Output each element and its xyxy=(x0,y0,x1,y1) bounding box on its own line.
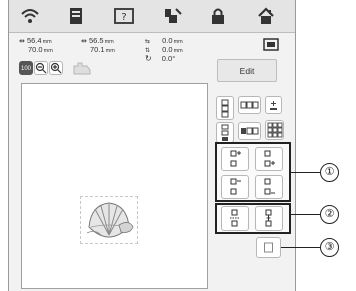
callout-1: ① xyxy=(320,163,339,182)
offset-x-value: 0.0 xyxy=(162,36,173,45)
callout-line-1 xyxy=(290,172,320,173)
vertical-repeat-icon xyxy=(221,124,229,141)
spacing-plus-top-icon xyxy=(230,150,241,167)
arrange-vertical-button[interactable] xyxy=(216,96,234,120)
split-pieces-icon xyxy=(230,209,239,227)
top-toolbar: ? xyxy=(9,0,295,33)
move-repeat-right-button[interactable] xyxy=(255,206,283,231)
arrange-horizontal-button[interactable] xyxy=(238,96,261,114)
thread-icon[interactable] xyxy=(162,6,184,26)
callout-line-3 xyxy=(281,247,320,248)
callout-2: ② xyxy=(320,205,339,224)
size2-w-value: 56.5 xyxy=(88,36,104,45)
zoom-in-button[interactable] xyxy=(49,61,63,75)
grid-repeat-icon xyxy=(267,122,283,138)
zoom-out-button[interactable] xyxy=(34,61,48,75)
rotate-icon: ↻ xyxy=(145,54,152,63)
spacing-minus-top-icon xyxy=(230,178,241,195)
help-icon[interactable]: ? xyxy=(113,6,135,26)
callout-line-2 xyxy=(290,214,320,215)
size2-h-unit: mm xyxy=(105,48,115,54)
add-piece-button[interactable] xyxy=(265,96,282,114)
pattern-frame[interactable] xyxy=(80,196,138,244)
move-repeat-left-button[interactable] xyxy=(221,206,249,231)
vertical-pieces-icon xyxy=(221,99,229,118)
size2-h-readout: 70.1mm xyxy=(90,45,115,56)
size2-icon: ⇹ xyxy=(81,38,87,45)
increase-spacing-down-button[interactable] xyxy=(255,147,283,171)
height-value: 70.0 xyxy=(28,45,43,54)
edit-button[interactable]: Edit xyxy=(217,59,277,82)
width-icon: ⇹ xyxy=(19,38,25,45)
frame-outline-button[interactable] xyxy=(256,237,281,258)
embroidery-preview-canvas[interactable] xyxy=(21,83,208,289)
angle-value: 0.0° xyxy=(161,54,176,63)
hand-scroll-icon[interactable] xyxy=(71,60,93,76)
camera-view-icon[interactable] xyxy=(262,36,280,52)
decrease-spacing-up-button[interactable] xyxy=(221,175,249,199)
joined-pieces-icon xyxy=(265,209,272,227)
embroidery-screen: ? ⇹ 56.4mm 70.0mm ⇹ 56.5mm 70.1mm ⇆ 0.0m… xyxy=(8,0,296,291)
plus-marker-icon xyxy=(270,101,277,110)
zoom-level-icon[interactable]: 100 xyxy=(19,61,33,75)
home-icon[interactable] xyxy=(255,6,277,26)
vertical-repeat-button[interactable] xyxy=(216,122,234,143)
angle-readout: ↻ 0.0° xyxy=(145,54,175,63)
height-unit: mm xyxy=(43,48,53,54)
spacing-plus-bottom-icon xyxy=(264,150,275,167)
horizontal-repeat-button[interactable] xyxy=(238,122,261,140)
decrease-spacing-down-button[interactable] xyxy=(255,175,283,199)
wifi-icon[interactable] xyxy=(19,6,41,26)
zoom-in-icon xyxy=(50,62,62,74)
horizontal-repeat-icon xyxy=(241,127,259,135)
horizontal-pieces-icon xyxy=(240,101,259,109)
spacing-minus-bottom-icon xyxy=(264,178,275,195)
size2-h-value: 70.1 xyxy=(90,45,105,54)
width-value: 56.4 xyxy=(26,36,42,45)
zoom-out-icon xyxy=(35,62,47,74)
shell-pattern-icon xyxy=(86,202,134,238)
callout-3: ③ xyxy=(320,238,339,257)
offset-y-value: 0.0 xyxy=(162,45,173,54)
svg-text:?: ? xyxy=(121,12,126,23)
increase-spacing-up-button[interactable] xyxy=(221,147,249,171)
lock-icon[interactable] xyxy=(207,6,229,26)
grid-repeat-button[interactable] xyxy=(265,120,284,140)
square-outline-icon xyxy=(264,242,273,253)
height-readout: 70.0mm xyxy=(28,45,53,56)
zoom-level-value: 100 xyxy=(20,66,31,72)
embroidery-settings-icon[interactable] xyxy=(65,6,87,26)
